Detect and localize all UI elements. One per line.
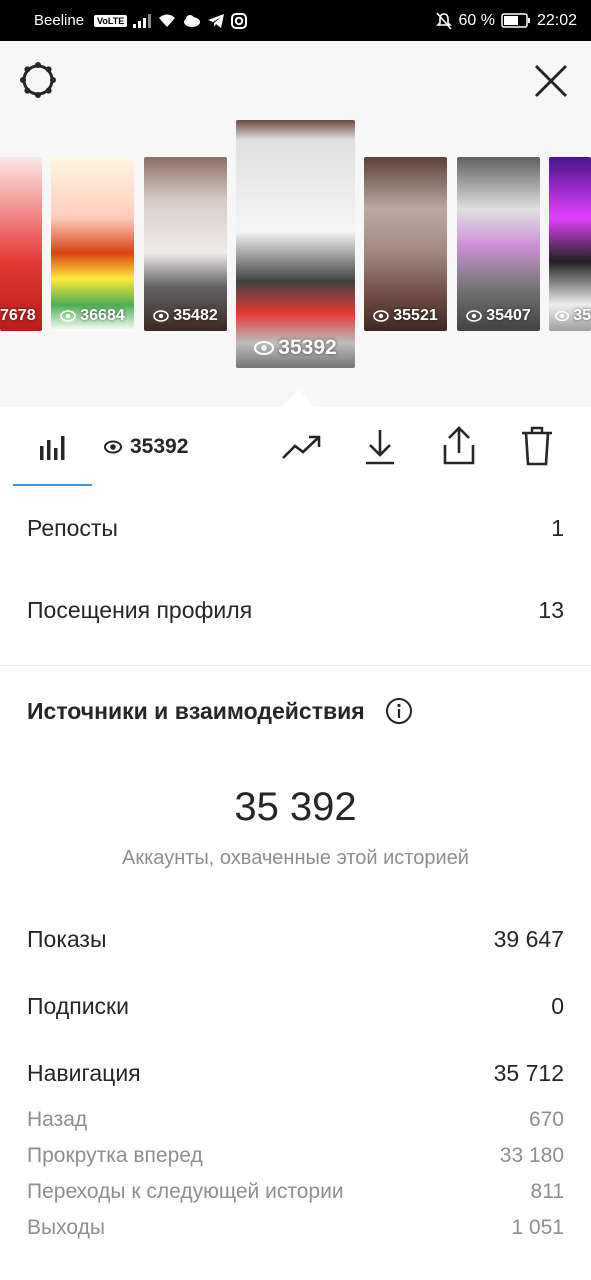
story-views: 35407: [486, 307, 531, 324]
telegram-icon: [207, 13, 225, 29]
stat-value: 33 180: [499, 1144, 564, 1167]
volte-badge: VoLTE: [94, 14, 128, 27]
story-thumbnail[interactable]: 35407: [457, 157, 540, 331]
stat-value: 811: [530, 1180, 564, 1203]
story-thumbnail[interactable]: 35482: [144, 157, 227, 331]
nav-detail-forward: Прокрутка вперед 33 180: [27, 1144, 564, 1168]
story-views: 36684: [80, 307, 125, 324]
eye-icon: [153, 310, 170, 322]
reach-caption: Аккаунты, охваченные этой историей: [122, 847, 469, 869]
nav-detail-exits: Выходы 1 051: [27, 1216, 564, 1240]
story-carousel-area: 7678 36684 35482 35392 35521 35407 35: [0, 41, 591, 407]
battery-percent: 60 %: [458, 11, 495, 29]
cloud-icon: [183, 14, 201, 27]
stat-label: Репосты: [27, 515, 118, 541]
stat-value: 13: [538, 597, 564, 623]
gear-icon[interactable]: [18, 60, 58, 100]
section-title-text: Источники и взаимодействия: [27, 697, 365, 724]
stat-label: Переходы к следующей истории: [27, 1180, 344, 1203]
share-icon[interactable]: [440, 425, 478, 467]
stat-value: 670: [528, 1108, 564, 1131]
close-icon[interactable]: [532, 62, 570, 100]
eye-icon: [373, 310, 390, 322]
story-thumbnail[interactable]: 35521: [364, 157, 447, 331]
mute-icon: [436, 11, 453, 30]
story-thumbnail[interactable]: 36684: [51, 157, 134, 331]
stat-label: Посещения профиля: [27, 597, 253, 623]
views-count: 35392: [130, 435, 189, 458]
clock: 22:02: [536, 11, 577, 29]
stat-value: 1 051: [511, 1216, 564, 1239]
stat-label: Показы: [27, 926, 107, 952]
wifi-icon: [157, 13, 177, 28]
eye-icon: [466, 310, 483, 322]
trash-icon[interactable]: [519, 425, 555, 467]
status-bar: Beeline VoLTE 60 % 22:02: [0, 0, 591, 41]
insights-toolbar: 35392: [0, 407, 591, 487]
stat-value: 35 712: [493, 1060, 564, 1086]
selection-pointer: [282, 390, 314, 407]
eye-icon: [254, 341, 275, 355]
story-thumbnail[interactable]: 35: [549, 157, 591, 331]
stat-row-follows: Подписки 0: [27, 993, 564, 1020]
stat-value: 39 647: [493, 926, 564, 952]
stat-row-navigation: Навигация 35 712: [27, 1060, 564, 1087]
active-tab-indicator: [13, 484, 92, 486]
bar-chart-icon[interactable]: [36, 431, 68, 463]
stat-label: Выходы: [27, 1216, 105, 1239]
stat-label: Подписки: [27, 993, 129, 1019]
eye-icon: [104, 440, 122, 454]
stat-row-reposts: Репосты 1: [27, 515, 564, 542]
story-views: 35521: [393, 307, 438, 324]
stat-label: Назад: [27, 1108, 88, 1131]
stat-value: 1: [551, 515, 564, 541]
download-icon[interactable]: [362, 427, 398, 467]
stat-label: Навигация: [27, 1060, 141, 1086]
reach-value: 35 392: [234, 785, 357, 829]
stat-row-profile-visits: Посещения профиля 13: [27, 597, 564, 624]
eye-icon: [555, 310, 570, 322]
section-title: Источники и взаимодействия: [27, 697, 413, 725]
story-thumbnail-selected[interactable]: 35392: [236, 120, 355, 368]
stat-row-impressions: Показы 39 647: [27, 926, 564, 953]
story-views: 35: [573, 307, 591, 324]
story-views: 35392: [278, 336, 337, 359]
stat-value: 0: [551, 993, 564, 1019]
info-icon[interactable]: [385, 697, 413, 725]
nav-detail-back: Назад 670: [27, 1108, 564, 1132]
stat-label: Прокрутка вперед: [27, 1144, 203, 1167]
views-tab[interactable]: 35392: [104, 431, 188, 463]
carrier-name: Beeline: [34, 12, 85, 29]
instagram-icon: [231, 12, 248, 29]
story-views: 7678: [0, 307, 36, 324]
signal-icon: [133, 13, 152, 28]
nav-detail-next-story: Переходы к следующей истории 811: [27, 1180, 564, 1204]
eye-icon: [60, 310, 77, 322]
story-views: 35482: [173, 307, 218, 324]
trending-up-icon[interactable]: [280, 429, 324, 465]
story-thumbnail[interactable]: 7678: [0, 157, 42, 331]
battery-icon: [501, 13, 531, 28]
section-divider: [0, 665, 591, 666]
